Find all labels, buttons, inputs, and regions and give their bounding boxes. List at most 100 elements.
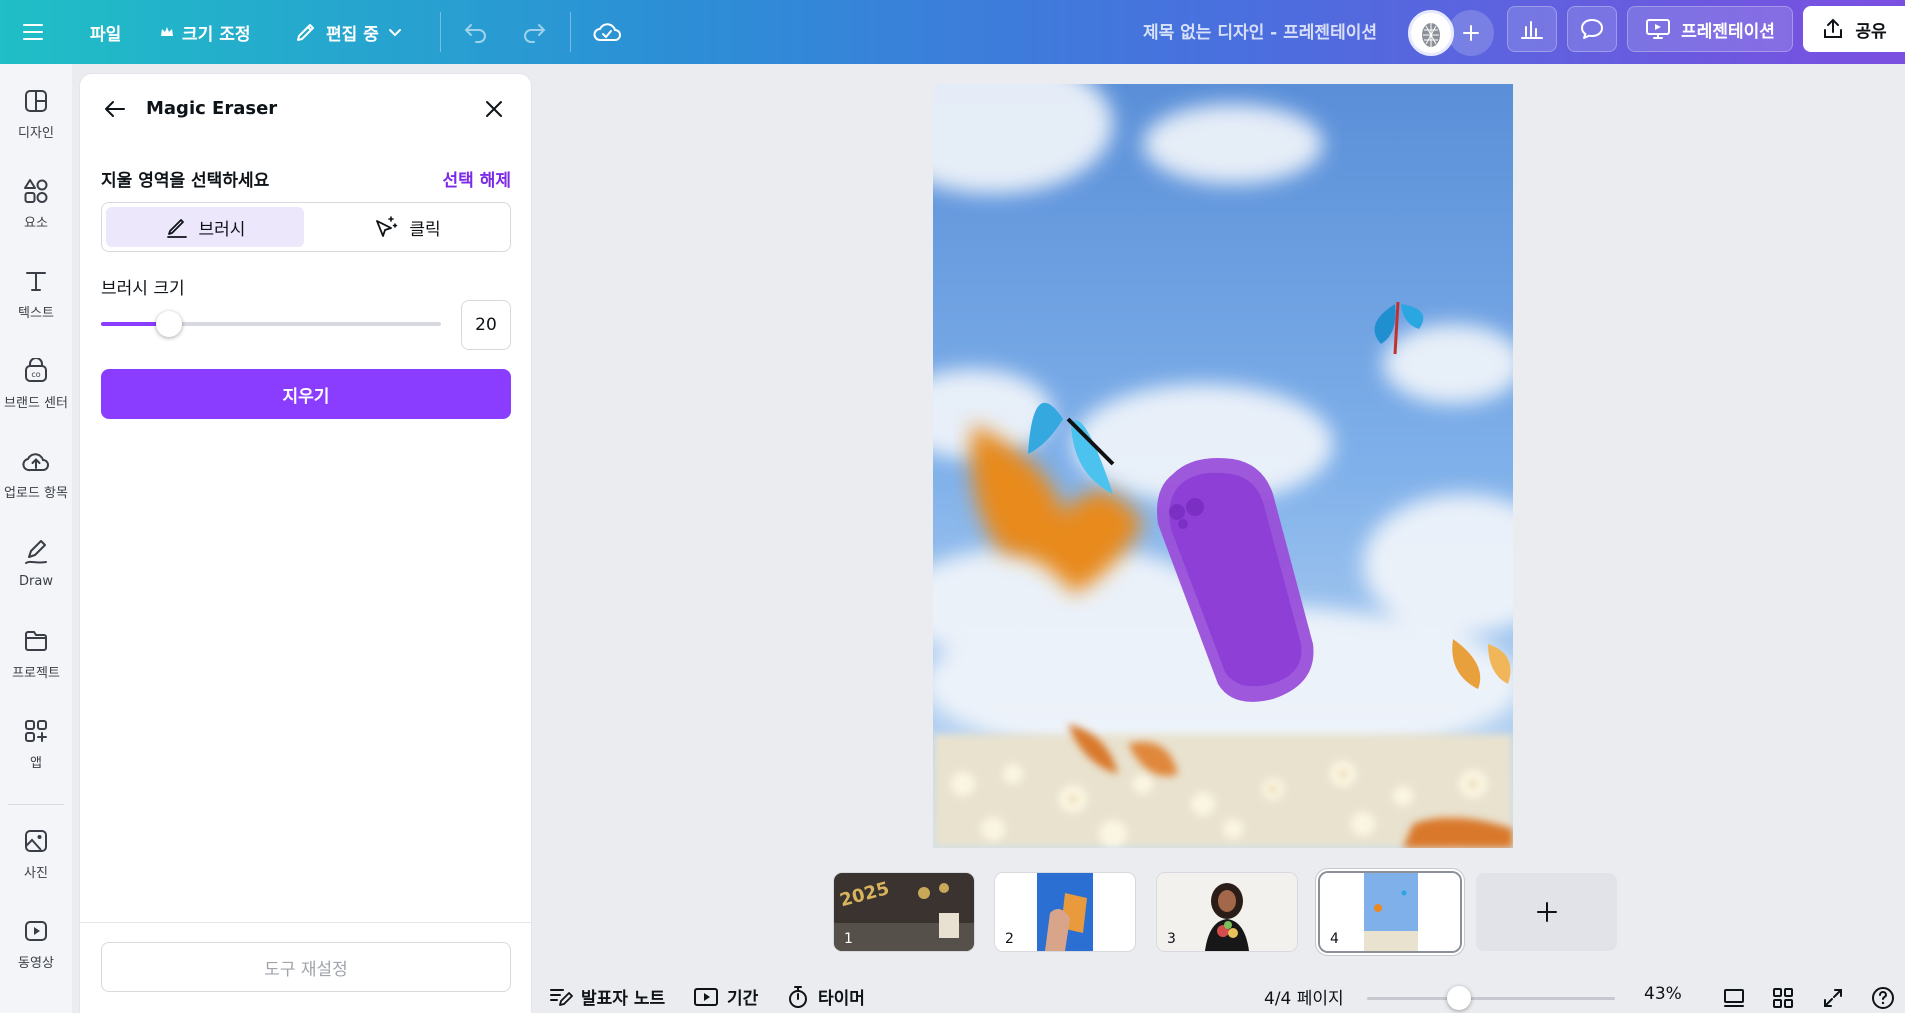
- sidebar-item-label: 앱: [30, 755, 42, 771]
- sidebar-item-brand[interactable]: co 브랜드 센터: [0, 344, 72, 424]
- page-thumbnail-2[interactable]: 2: [995, 873, 1135, 951]
- share-label: 공유: [1855, 21, 1887, 42]
- redo-button[interactable]: [520, 10, 548, 54]
- cloud-save-button[interactable]: [592, 10, 622, 54]
- fullscreen-button[interactable]: [1819, 984, 1847, 1012]
- select-area-label: 지울 영역을 선택하세요: [101, 171, 270, 191]
- timer-label: 타이머: [818, 989, 865, 1009]
- sidebar-item-label: 요소: [24, 215, 48, 231]
- help-button[interactable]: [1869, 984, 1897, 1012]
- thumbnail-image: 2025: [834, 873, 974, 951]
- sidebar-item-uploads[interactable]: 업로드 항목: [0, 434, 72, 514]
- bottom-bar: 발표자 노트 기간 타이머 4/4 페이지 43%: [531, 978, 1905, 1013]
- page-thumbnail-4[interactable]: 4: [1320, 873, 1460, 951]
- click-mode-button[interactable]: 클릭: [308, 207, 506, 247]
- sidebar-item-label: Draw: [19, 573, 53, 589]
- edit-mode-dropdown[interactable]: 편집 중: [294, 10, 403, 54]
- duration-button[interactable]: 기간: [693, 984, 758, 1009]
- page-indicator[interactable]: 4/4 페이지: [1264, 984, 1344, 1009]
- design-icon: [23, 88, 49, 114]
- sidebar-item-videos[interactable]: 동영상: [0, 904, 72, 984]
- add-collaborator-button[interactable]: [1448, 10, 1494, 56]
- upload-icon: [22, 448, 50, 474]
- sidebar-item-label: 사진: [24, 865, 48, 881]
- brush-size-input[interactable]: 20: [461, 300, 511, 350]
- zoom-level[interactable]: 43%: [1644, 984, 1682, 1004]
- brush-mode-button[interactable]: 브러시: [106, 207, 304, 247]
- play-box-icon: [693, 986, 719, 1008]
- add-page-button[interactable]: [1476, 873, 1617, 951]
- sidebar-item-photos[interactable]: 사진: [0, 814, 72, 894]
- sidebar-item-apps[interactable]: 앱: [0, 704, 72, 784]
- left-sidebar: 디자인 요소 텍스트 co 브랜드 센터 업로드 항목 Draw 프로젝트 앱 …: [0, 64, 72, 1013]
- sidebar-item-label: 업로드 항목: [4, 485, 68, 501]
- grid-view-button[interactable]: [1769, 984, 1797, 1012]
- brush-pen-icon: [165, 215, 189, 239]
- zoom-slider[interactable]: [1367, 997, 1615, 1000]
- reset-tool-button[interactable]: 도구 재설정: [101, 942, 511, 992]
- expand-icon: [1822, 987, 1844, 1009]
- edit-mode-label: 편집 중: [326, 24, 379, 45]
- main-menu-button[interactable]: [22, 10, 44, 54]
- undo-button[interactable]: [462, 10, 490, 54]
- panel-title: Magic Eraser: [146, 98, 278, 119]
- resize-label: 크기 조정: [182, 24, 251, 45]
- comment-icon: [1580, 18, 1604, 40]
- present-label: 프레젠테이션: [1681, 21, 1775, 42]
- page-thumbnail-1[interactable]: 2025 1: [834, 873, 974, 951]
- sidebar-item-label: 브랜드 센터: [4, 395, 68, 411]
- sidebar-item-design[interactable]: 디자인: [0, 74, 72, 154]
- pencil-icon: [294, 20, 318, 44]
- sidebar-item-elements[interactable]: 요소: [0, 164, 72, 244]
- apps-icon: [23, 718, 49, 744]
- notes-icon: [549, 986, 573, 1008]
- cloud-check-icon: [592, 20, 622, 44]
- comments-button[interactable]: [1567, 6, 1617, 52]
- page-view-button[interactable]: [1720, 984, 1748, 1012]
- erase-button[interactable]: 지우기: [101, 369, 511, 419]
- brush-size-slider-thumb[interactable]: [156, 311, 182, 337]
- pinecone-icon: [1418, 18, 1444, 48]
- draw-icon: [23, 539, 49, 566]
- click-mode-label: 클릭: [409, 219, 441, 240]
- hamburger-icon: [22, 22, 44, 42]
- back-button[interactable]: [97, 91, 133, 127]
- design-canvas-page[interactable]: [933, 84, 1513, 848]
- page-number: 2: [1005, 931, 1014, 947]
- brush-size-slider[interactable]: [101, 311, 441, 337]
- thumbnail-image: [1157, 873, 1297, 951]
- sidebar-item-projects[interactable]: 프로젝트: [0, 614, 72, 694]
- close-panel-button[interactable]: [476, 91, 512, 127]
- insights-button[interactable]: [1507, 6, 1557, 52]
- page-number: 3: [1167, 931, 1176, 947]
- sidebar-item-label: 텍스트: [18, 305, 54, 321]
- present-button[interactable]: 프레젠테이션: [1627, 6, 1793, 52]
- thumbnail-image: [995, 873, 1135, 951]
- deselect-link[interactable]: 선택 해제: [443, 166, 511, 191]
- sidebar-item-label: 동영상: [18, 955, 54, 971]
- share-button[interactable]: 공유: [1803, 6, 1905, 52]
- sidebar-item-label: 디자인: [18, 125, 54, 141]
- plus-icon: [1535, 900, 1559, 924]
- presenter-notes-button[interactable]: 발표자 노트: [549, 984, 665, 1009]
- sidebar-item-label: 프로젝트: [12, 665, 60, 681]
- resize-button[interactable]: 크기 조정: [160, 10, 250, 54]
- panel-footer-divider: [80, 922, 531, 923]
- timer-button[interactable]: 타이머: [786, 984, 865, 1009]
- design-title[interactable]: 제목 없는 디자인 - 프레젠테이션: [1143, 18, 1377, 43]
- sidebar-divider: [8, 804, 64, 805]
- sidebar-item-draw[interactable]: Draw: [0, 524, 72, 604]
- page-thumbnail-3[interactable]: 3: [1157, 873, 1297, 951]
- svg-text:co: co: [31, 370, 40, 379]
- stopwatch-icon: [786, 985, 810, 1009]
- magic-cursor-icon: [373, 215, 399, 239]
- arrow-left-icon: [104, 99, 126, 119]
- text-icon: [23, 268, 49, 294]
- sidebar-item-text[interactable]: 텍스트: [0, 254, 72, 334]
- file-menu-button[interactable]: 파일: [90, 10, 121, 54]
- plus-icon: [1461, 23, 1481, 43]
- bar-chart-icon: [1520, 18, 1544, 40]
- video-icon: [23, 918, 49, 944]
- crown-icon: [160, 26, 174, 38]
- zoom-slider-thumb[interactable]: [1446, 986, 1471, 1010]
